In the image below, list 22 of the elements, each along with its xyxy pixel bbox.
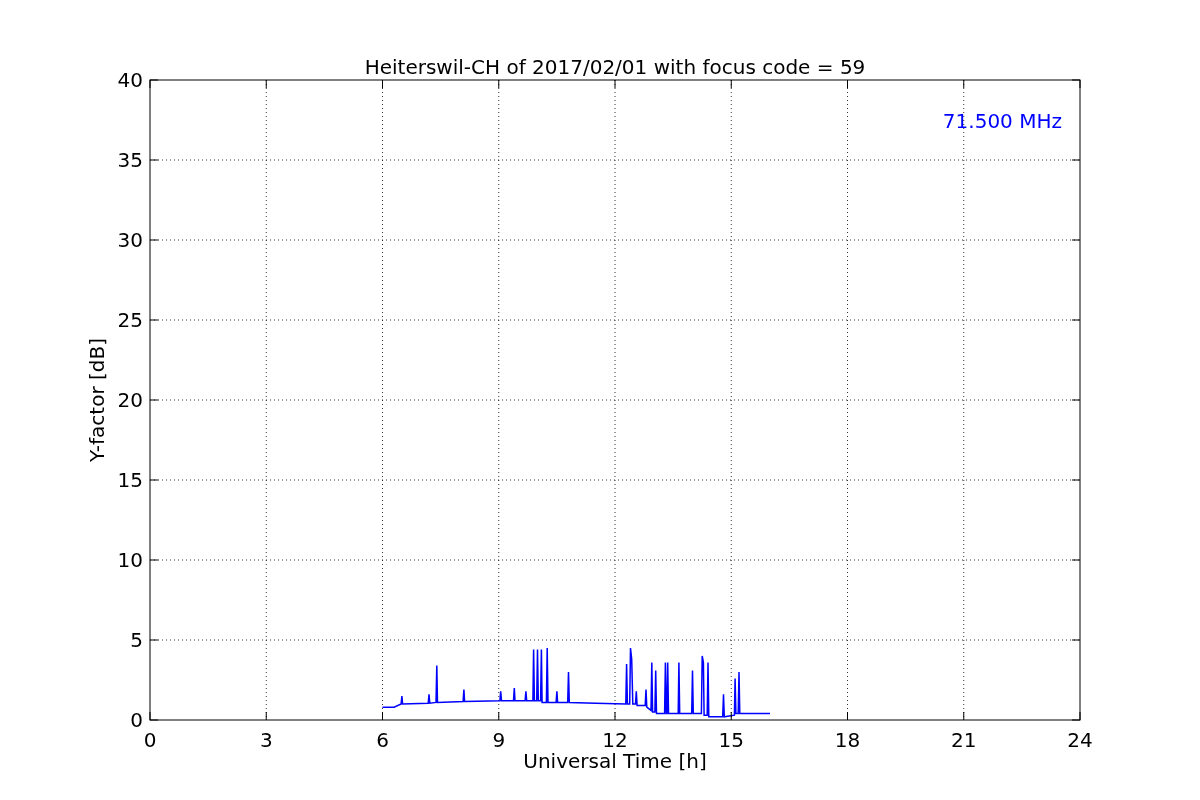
y-tick-label: 30 xyxy=(117,228,143,252)
y-tick-label: 10 xyxy=(117,548,143,572)
x-tick-label: 9 xyxy=(492,728,506,752)
x-tick-label: 24 xyxy=(1067,728,1093,752)
y-tick-label: 0 xyxy=(130,708,143,732)
x-tick-label: 18 xyxy=(834,728,861,752)
y-axis-label: Y-factor [dB] xyxy=(85,338,109,462)
y-tick-label: 25 xyxy=(117,308,143,332)
y-tick-label: 35 xyxy=(117,148,143,172)
y-tick-label: 5 xyxy=(130,628,143,652)
x-tick-label: 21 xyxy=(951,728,977,752)
x-tick-label: 15 xyxy=(718,728,744,752)
x-tick-label: 0 xyxy=(143,728,157,752)
y-tick-label: 15 xyxy=(117,468,143,492)
chart-title: Heiterswil-CH of 2017/02/01 with focus code = 59 xyxy=(364,55,866,79)
y-tick-label: 20 xyxy=(117,388,143,412)
x-tick-label: 6 xyxy=(376,728,389,752)
x-tick-label: 12 xyxy=(602,728,628,752)
x-axis-label: Universal Time [h] xyxy=(523,749,707,773)
x-tick-label: 3 xyxy=(259,728,273,752)
y-tick-label: 40 xyxy=(117,68,143,92)
frequency-annotation: 71.500 MHz xyxy=(942,109,1062,133)
